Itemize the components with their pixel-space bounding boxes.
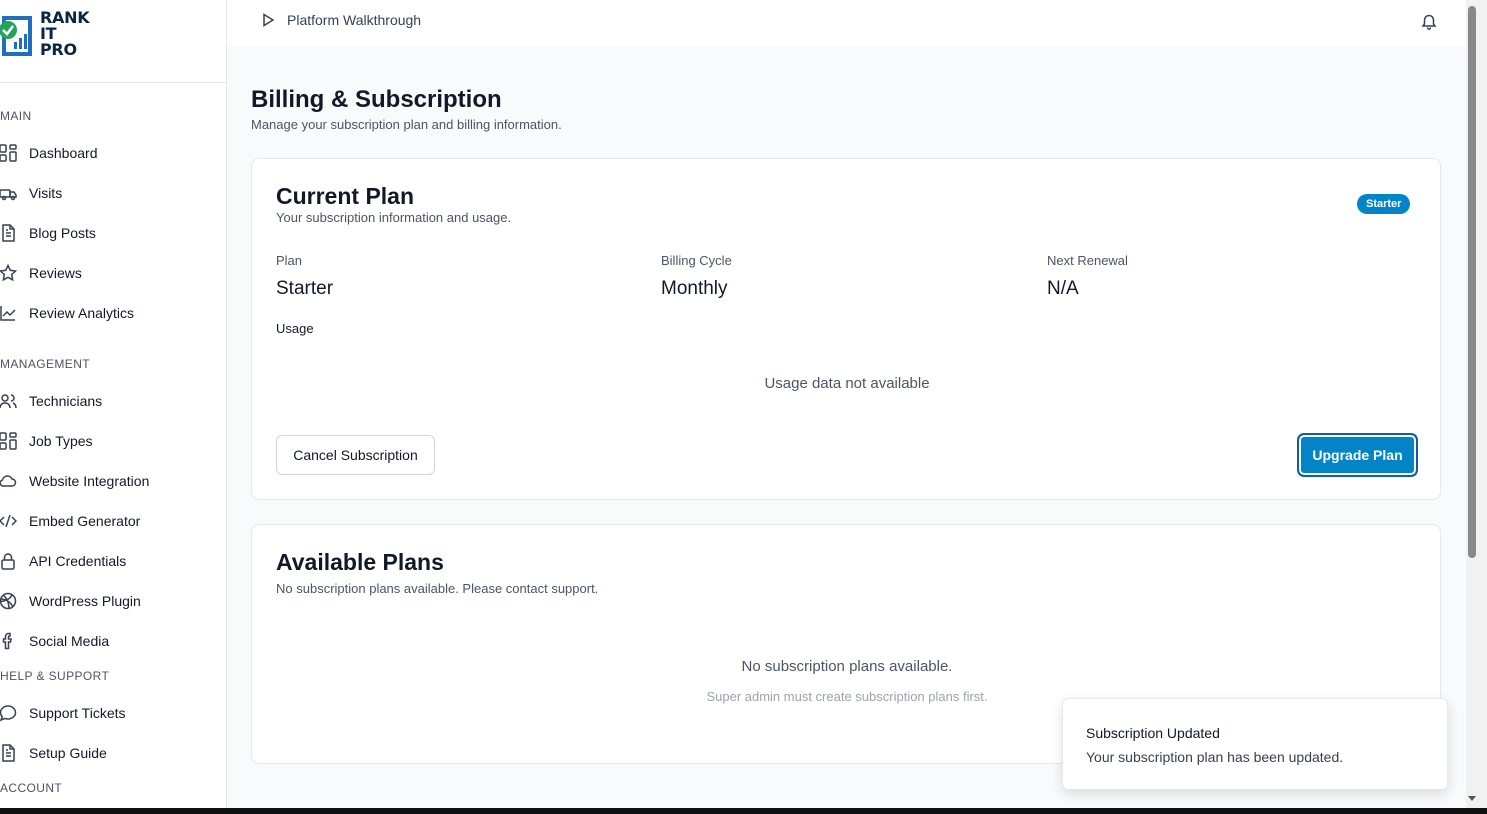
page-subtitle: Manage your subscription plan and billin… (251, 117, 562, 132)
sidebar-item-label: Blog Posts (29, 225, 96, 241)
current-plan-subtitle: Your subscription information and usage. (276, 210, 512, 225)
sidebar-item-label: Dashboard (29, 145, 98, 161)
sidebar-item-review-analytics[interactable]: Review Analytics (0, 301, 220, 325)
lock-icon (0, 551, 18, 571)
sidebar-item-label: Embed Generator (29, 513, 141, 529)
sidebar-item-website-integration[interactable]: Website Integration (0, 469, 220, 493)
plan-label: Plan (276, 253, 303, 268)
usage-label: Usage (276, 321, 314, 336)
notifications-button[interactable] (1420, 12, 1440, 32)
sidebar-item-embed-generator[interactable]: Embed Generator (0, 509, 220, 533)
section-label-management: MANAGEMENT (0, 357, 91, 371)
available-plans-subtitle: No subscription plans available. Please … (276, 581, 599, 596)
available-plans-title: Available Plans (276, 549, 444, 575)
code-icon (0, 511, 18, 531)
section-label-main: MAIN (0, 109, 32, 123)
users-icon (0, 391, 18, 411)
sidebar-item-label: Support Tickets (29, 705, 126, 721)
cancel-subscription-button[interactable]: Cancel Subscription (276, 435, 435, 475)
sidebar: RANK IT PRO MAIN Dashboard Visits Blog P… (0, 0, 227, 808)
toast-notification[interactable]: Subscription Updated Your subscription p… (1062, 698, 1448, 790)
sidebar-item-dashboard[interactable]: Dashboard (0, 141, 220, 165)
topbar: Platform Walkthrough (228, 0, 1466, 46)
toast-message: Your subscription plan has been updated. (1086, 749, 1344, 765)
sidebar-item-label: Job Types (29, 433, 93, 449)
main-content: Billing & Subscription Manage your subsc… (228, 46, 1466, 808)
sidebar-item-label: Social Media (29, 633, 110, 649)
usage-empty-message: Usage data not available (764, 375, 930, 392)
sidebar-item-blog-posts[interactable]: Blog Posts (0, 221, 220, 245)
page-title: Billing & Subscription (251, 86, 502, 113)
cloud-icon (0, 471, 18, 491)
line-chart-icon (0, 303, 18, 323)
billing-cycle-value: Monthly (661, 278, 728, 299)
scrollbar-thumb[interactable] (1468, 6, 1476, 558)
section-label-help-support: HELP & SUPPORT (0, 669, 110, 683)
sidebar-item-label: Setup Guide (29, 745, 107, 761)
plans-empty-message: No subscription plans available. (741, 658, 953, 675)
sidebar-item-label: Website Integration (29, 473, 150, 489)
sidebar-item-setup-guide[interactable]: Setup Guide (0, 741, 220, 765)
bell-icon (1421, 14, 1437, 30)
chat-icon (0, 703, 18, 723)
plan-badge: Starter (1357, 194, 1411, 214)
sidebar-item-wordpress-plugin[interactable]: WordPress Plugin (0, 589, 220, 613)
platform-walkthrough-button[interactable]: Platform Walkthrough (260, 12, 421, 28)
plan-value: Starter (276, 278, 334, 299)
upgrade-plan-button[interactable]: Upgrade Plan (1297, 433, 1418, 477)
sidebar-item-label: Reviews (29, 265, 82, 281)
sidebar-item-label: Technicians (29, 393, 103, 409)
grid-icon (0, 431, 18, 451)
window-bottom-edge (0, 808, 1487, 814)
brand-name: RANK IT PRO (40, 10, 90, 59)
sidebar-item-social-media[interactable]: Social Media (0, 629, 220, 653)
next-renewal-value: N/A (1047, 278, 1079, 299)
grid-icon (0, 143, 18, 163)
next-renewal-label: Next Renewal (1047, 253, 1128, 268)
truck-icon (0, 183, 18, 203)
current-plan-title: Current Plan (276, 183, 415, 209)
scroll-down-arrow-icon[interactable] (1466, 792, 1478, 804)
sidebar-item-technicians[interactable]: Technicians (0, 389, 220, 413)
sidebar-item-label: API Credentials (29, 553, 127, 569)
section-label-account: ACCOUNT (0, 781, 63, 795)
brand-logo[interactable]: RANK IT PRO (0, 8, 110, 62)
sidebar-item-label: Visits (29, 185, 63, 201)
sidebar-item-label: WordPress Plugin (29, 593, 141, 609)
sidebar-item-reviews[interactable]: Reviews (0, 261, 220, 285)
page-scrollbar[interactable] (1466, 0, 1487, 808)
logo-divider (0, 82, 226, 83)
walkthrough-label: Platform Walkthrough (287, 12, 422, 28)
logo-mark-icon (0, 16, 32, 56)
document-icon (0, 223, 18, 243)
toast-title: Subscription Updated (1086, 725, 1220, 741)
sidebar-item-support-tickets[interactable]: Support Tickets (0, 701, 220, 725)
facebook-icon (0, 631, 18, 651)
sidebar-item-visits[interactable]: Visits (0, 181, 220, 205)
globe-icon (0, 591, 18, 611)
sidebar-item-label: Review Analytics (29, 305, 135, 321)
brand-line-3: PRO (40, 40, 77, 59)
star-icon (0, 263, 18, 283)
current-plan-card: Current Plan Your subscription informati… (251, 158, 1441, 500)
billing-cycle-label: Billing Cycle (661, 253, 732, 268)
sidebar-item-job-types[interactable]: Job Types (0, 429, 220, 453)
play-icon (263, 13, 275, 27)
sidebar-item-api-credentials[interactable]: API Credentials (0, 549, 220, 573)
document-icon (0, 743, 18, 763)
